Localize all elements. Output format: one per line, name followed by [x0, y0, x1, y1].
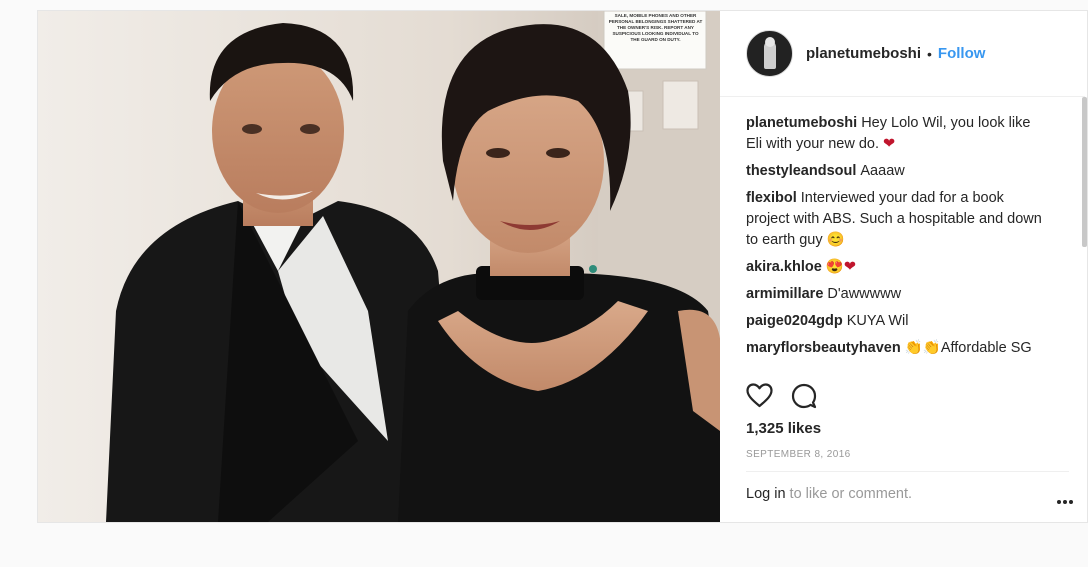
login-link[interactable]: Log in	[746, 486, 786, 502]
comment-text: Aaaaw	[860, 163, 905, 179]
comment-item: thestyleandsoul Aaaaw	[746, 161, 1042, 182]
post-photo[interactable]: SALE, MOBILE PHONES AND OTHER PERSONAL B…	[38, 11, 720, 522]
comment-item: paige0204gdp KUYA Wil	[746, 311, 1042, 332]
comment-username[interactable]: planetumeboshi	[746, 115, 857, 131]
comment-item: flexibol Interviewed your dad for a book …	[746, 188, 1042, 251]
comment-item: planetumeboshi Hey Lolo Wil, you look lik…	[746, 113, 1042, 155]
more-dot	[1057, 500, 1061, 504]
profile-avatar[interactable]	[746, 30, 793, 77]
post-sidebar: planetumeboshi • Follow planetumeboshi He…	[720, 11, 1087, 522]
post-date[interactable]: SEPTEMBER 8, 2016	[746, 449, 851, 460]
comments-list: planetumeboshi Hey Lolo Wil, you look lik…	[746, 113, 1042, 371]
comment-username[interactable]: armimillare	[746, 286, 823, 302]
comment-item: armimillare D'awwwww	[746, 284, 1042, 305]
heart-outline-icon[interactable]	[746, 383, 773, 408]
action-bar	[746, 383, 817, 409]
comment-text: 👏👏Affordable SG	[904, 340, 1032, 356]
smile-emoji: 😊	[826, 232, 845, 248]
comment-username[interactable]: maryflorsbeautyhaven	[746, 340, 901, 356]
post-header: planetumeboshi • Follow	[720, 11, 1085, 97]
heart-emoji: ❤	[883, 136, 896, 152]
avatar-head	[765, 37, 775, 47]
more-dot	[1063, 500, 1067, 504]
wall-notice-text: SALE, MOBILE PHONES AND OTHER PERSONAL B…	[608, 13, 703, 42]
like-count[interactable]: 1,325 likes	[746, 420, 821, 437]
comments-scrollbar[interactable]	[1082, 97, 1087, 247]
selfie-illustration: SALE, MOBILE PHONES AND OTHER PERSONAL B…	[38, 11, 720, 522]
comment-text: KUYA Wil	[846, 313, 909, 329]
follow-button[interactable]: Follow	[938, 45, 986, 62]
more-options-icon[interactable]	[1055, 491, 1073, 509]
comment-username[interactable]: akira.khloe	[746, 259, 822, 275]
header-separator: •	[927, 45, 932, 62]
comment-item: maryflorsbeautyhaven 👏👏Affordable SG	[746, 338, 1042, 359]
wall-notice: SALE, MOBILE PHONES AND OTHER PERSONAL B…	[603, 11, 707, 70]
more-dot	[1069, 500, 1073, 504]
emoji-reaction: 😍❤	[825, 259, 856, 275]
comment-item: akira.khloe 😍❤	[746, 257, 1042, 278]
login-prompt-text: to like or comment.	[785, 486, 913, 502]
page: SALE, MOBILE PHONES AND OTHER PERSONAL B…	[0, 0, 1088, 567]
login-prompt: Log in to like or comment.	[746, 486, 912, 502]
comment-username[interactable]: flexibol	[746, 190, 797, 206]
comment-username[interactable]: paige0204gdp	[746, 313, 843, 329]
author-username[interactable]: planetumeboshi	[806, 45, 921, 62]
divider	[746, 471, 1069, 472]
comment-username[interactable]: thestyleandsoul	[746, 163, 856, 179]
comment-text: D'awwwww	[827, 286, 902, 302]
instagram-post: SALE, MOBILE PHONES AND OTHER PERSONAL B…	[37, 10, 1088, 523]
speech-bubble-icon[interactable]	[791, 383, 817, 409]
